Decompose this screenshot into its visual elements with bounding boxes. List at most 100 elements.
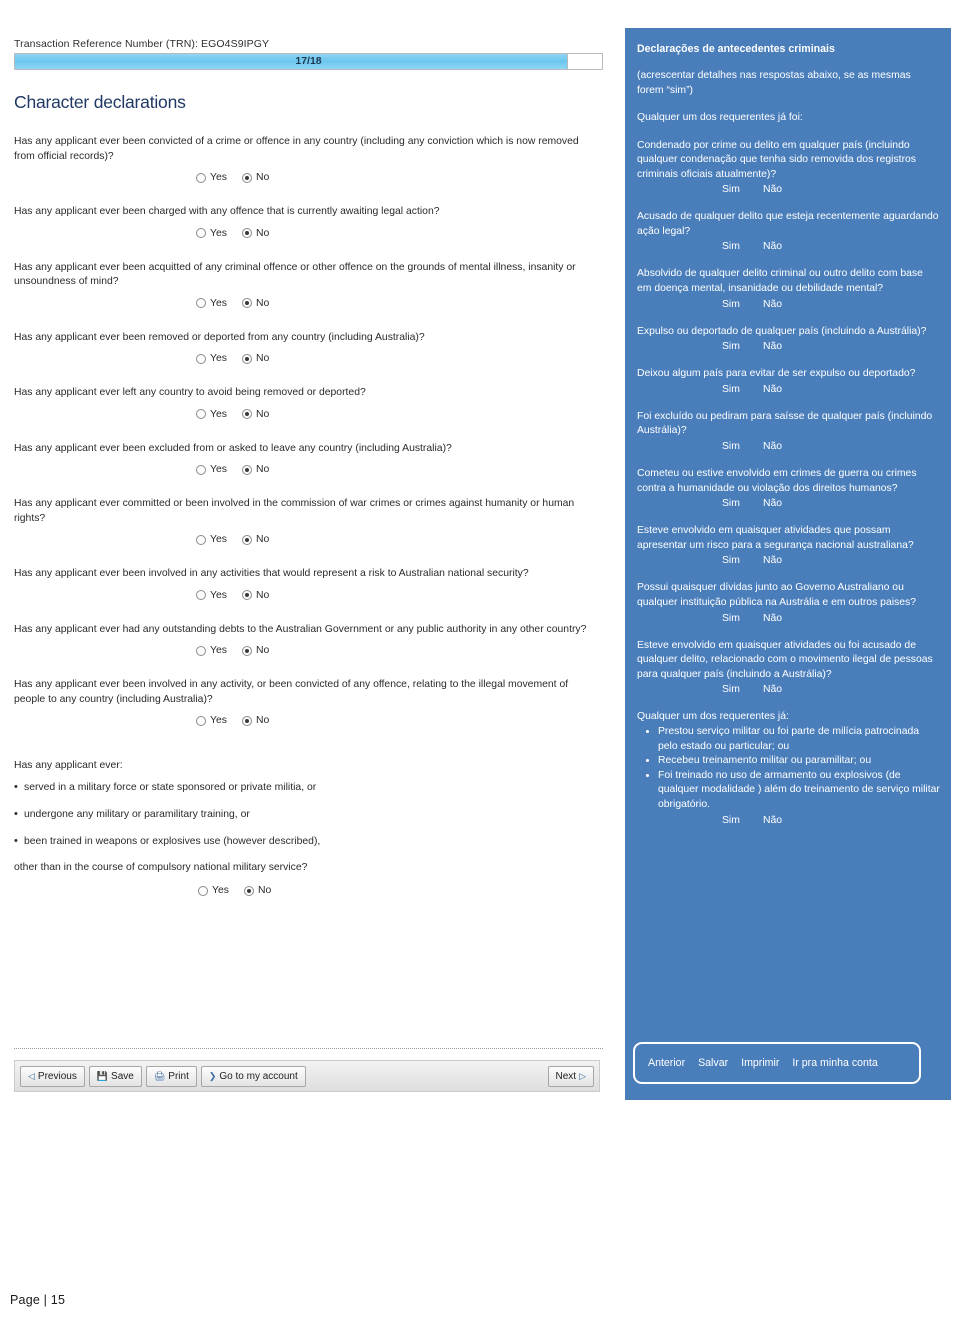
sim-label: Sim [722,498,740,510]
radio-no[interactable] [241,228,252,238]
radio-no[interactable] [241,464,252,475]
sim-label: Sim [722,684,740,696]
question-radio-group[interactable]: Yes No [196,228,606,239]
radio-yes[interactable] [198,885,208,896]
question-radio-group[interactable]: Yes No [196,353,606,364]
translated-question-text: Acusado de qualquer delito que esteja re… [637,211,939,237]
radio-yes[interactable] [196,645,206,656]
question-radio-group[interactable]: Yes No [196,172,606,183]
radio-no[interactable] [241,172,252,183]
list-item: Foi treinado no uso de armamento ou expl… [658,769,940,813]
radio-no-label: No [255,715,270,726]
military-radio-group[interactable]: Yes No [198,885,606,896]
sim-label: Sim [722,555,740,567]
question-radio-group[interactable]: Yes No [196,409,606,420]
translated-question-text: Absolvido de qualquer delito criminal ou… [637,268,923,295]
radio-no-label: No [255,297,270,309]
list-item: been trained in weapons or explosives us… [14,834,606,849]
military-question-closing: other than in the course of compulsory n… [14,862,308,873]
question-text: Has any applicant ever been excluded fro… [14,442,452,454]
nao-label: Não [763,814,783,826]
page-title: Character declarations [14,92,186,112]
radio-yes-label: Yes [212,885,229,896]
question-radio-group[interactable]: Yes No [196,590,606,601]
document-page: Transaction Reference Number (TRN): EGO4… [0,0,960,1321]
radio-yes-label: Yes [210,227,227,239]
question-radio-group[interactable]: Yes No [196,298,606,309]
radio-no[interactable] [241,645,252,656]
radio-no-label: No [255,534,270,545]
translated-question: Possui quaisquer dívidas junto ao Govern… [637,581,940,625]
translated-question-text: Esteve envolvido em quaisquer atividades… [637,639,933,680]
translated-print-label: Imprimir [741,1057,780,1069]
form-progress-label: 17/18 [295,55,322,67]
translated-question: Absolvido de qualquer delito criminal ou… [637,267,940,311]
question-text: Has any applicant ever been removed or d… [14,331,425,343]
question-radio-group[interactable]: Yes No [196,715,606,726]
save-button-label: Save [111,1070,134,1082]
translated-military-bullet-list: Prestou serviço militar ou foi parte de … [643,725,940,813]
radio-no[interactable] [241,534,252,545]
nao-label: Não [763,241,783,253]
translated-question: Cometeu ou estive envolvido em crimes de… [637,467,940,511]
radio-yes[interactable] [196,409,206,419]
translated-question: Expulso ou deportado de qualquer país (i… [637,325,940,355]
print-button[interactable]: 🖨 Print [145,1065,197,1087]
translated-answer-row: Sim Não [637,339,940,354]
list-item: Prestou serviço militar ou foi parte de … [658,725,940,754]
page-footer: Page | 15 [10,1293,66,1307]
radio-yes[interactable] [196,172,206,183]
question-text: Has any applicant ever been involved in … [14,568,529,579]
toolbar-divider [14,1048,603,1049]
nao-label: Não [763,498,783,510]
translated-answer-row: Sim Não [637,496,940,511]
radio-yes[interactable] [196,534,206,545]
sim-label: Sim [722,298,740,310]
previous-button-label: Previous [37,1070,77,1082]
sim-label: Sim [722,441,740,453]
radio-yes-label: Yes [210,645,227,656]
next-button-label: Next [555,1070,577,1082]
list-item: served in a military force or state spon… [14,780,606,795]
radio-no[interactable] [241,715,252,726]
radio-no[interactable] [241,409,252,419]
question-text: Has any applicant ever committed or been… [14,498,575,524]
question-text: Has any applicant ever been acquitted of… [14,261,576,288]
radio-yes[interactable] [196,590,206,600]
radio-no-label: No [255,172,270,183]
translated-answer-row: Sim Não [637,813,940,828]
translated-question-text: Possui quaisquer dívidas junto ao Govern… [637,582,916,608]
translated-answer-row: Sim Não [637,239,940,254]
radio-yes[interactable] [196,464,206,475]
next-button[interactable]: Next ▷ [547,1065,594,1087]
nao-label: Não [763,441,783,453]
military-bullet-list: served in a military force or state spon… [14,780,606,849]
question-radio-group[interactable]: Yes No [196,464,606,475]
radio-no[interactable] [241,590,252,600]
radio-yes[interactable] [196,715,206,726]
question-block: Has any applicant ever left any country … [14,386,606,420]
question-block: Has any applicant ever been involved in … [14,678,606,726]
radio-no[interactable] [241,298,252,308]
question-radio-group[interactable]: Yes No [196,645,606,656]
go-to-my-account-button[interactable]: ❯ Go to my account [200,1065,306,1087]
radio-yes[interactable] [196,228,206,238]
radio-no[interactable] [243,885,254,896]
radio-no-label: No [255,227,270,239]
radio-yes[interactable] [196,298,206,308]
previous-button[interactable]: ◁ Previous [20,1065,85,1087]
radio-yes-label: Yes [210,715,227,726]
save-button[interactable]: 💾 Save [88,1065,142,1087]
translation-title: Declarações de antecedentes criminais [637,43,835,55]
translated-answer-row: Sim Não [637,553,940,568]
translation-panel: Declarações de antecedentes criminais (a… [625,28,951,1100]
nao-label: Não [763,298,783,310]
radio-no-label: No [255,464,270,475]
translated-question: Acusado de qualquer delito que esteja re… [637,210,940,254]
radio-yes-label: Yes [210,297,227,309]
question-radio-group[interactable]: Yes No [196,534,606,545]
radio-no[interactable] [241,353,252,364]
radio-yes[interactable] [196,353,206,364]
question-block: Has any applicant ever been involved in … [14,567,606,601]
question-text: Has any applicant ever left any country … [14,387,366,398]
